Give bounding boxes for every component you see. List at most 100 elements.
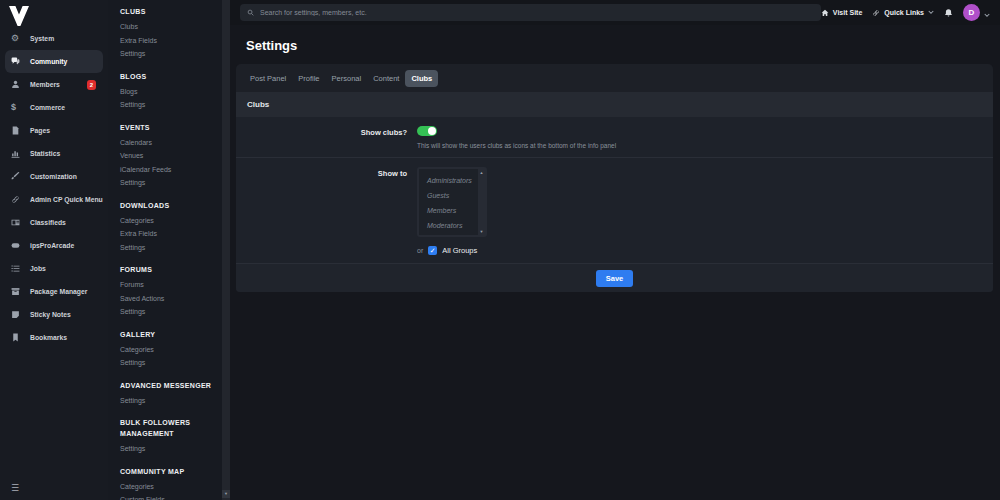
subnav-section-title: EVENTS — [120, 122, 214, 133]
subnav-item-downloads-categories[interactable]: Categories — [120, 214, 214, 228]
subnav-item-community-map-custom-fields[interactable]: Custom Fields — [120, 493, 214, 500]
subnav-section-gallery: GALLERYCategoriesSettings — [120, 329, 214, 370]
jobs-icon — [11, 264, 25, 273]
show-to-listbox[interactable]: AdministratorsGuestsMembersModerators ▲ … — [417, 167, 487, 237]
subnav-item-downloads-settings[interactable]: Settings — [120, 241, 214, 255]
sidebar-item-community[interactable]: Community — [5, 50, 103, 73]
quick-links-button[interactable]: Quick Links — [872, 9, 934, 17]
subnav-section-bulk-followers-management: BULK FOLLOWERS MANAGEMENTSettings — [120, 417, 214, 456]
subnav-item-events-icalendar-feeds[interactable]: iCalendar Feeds — [120, 163, 214, 177]
sidebar-item-bookmarks[interactable]: Bookmarks — [5, 326, 103, 349]
sidebar-item-classifieds[interactable]: Classifieds — [5, 211, 103, 234]
sticky-notes-icon — [11, 310, 25, 319]
sidebar-item-customization[interactable]: Customization — [5, 165, 103, 188]
all-groups-label: All Groups — [442, 246, 477, 255]
notifications-button[interactable] — [944, 4, 953, 22]
arcade-icon — [11, 241, 25, 250]
subnav-item-blogs-settings[interactable]: Settings — [120, 98, 214, 112]
subnav-section-title: ADVANCED MESSENGER — [120, 380, 214, 391]
subnav-item-events-venues[interactable]: Venues — [120, 149, 214, 163]
scroll-down-icon[interactable]: ▼ — [480, 229, 484, 234]
subnav-item-clubs-settings[interactable]: Settings — [120, 47, 214, 61]
show-clubs-row: Show clubs? This will show the users clu… — [236, 117, 993, 158]
subnav-item-community-map-categories[interactable]: Categories — [120, 480, 214, 494]
listbox-option-administrators[interactable]: Administrators — [427, 173, 478, 188]
sidebar-item-package-manager[interactable]: Package Manager — [5, 280, 103, 303]
subnav-item-gallery-categories[interactable]: Categories — [120, 343, 214, 357]
sidebar-item-label: Admin CP Quick Menu — [30, 196, 103, 203]
sidebar-item-ipsproarcade[interactable]: ipsProArcade — [5, 234, 103, 257]
subnav-item-forums-saved-actions[interactable]: Saved Actions — [120, 292, 214, 306]
sidebar-item-label: Community — [30, 58, 67, 65]
subnav-item-blogs-blogs[interactable]: Blogs — [120, 85, 214, 99]
subnav-item-forums-forums[interactable]: Forums — [120, 278, 214, 292]
sidebar-item-system[interactable]: ⚙System — [5, 27, 103, 50]
save-button[interactable]: Save — [596, 270, 634, 287]
top-bar: Visit Site Quick Links D — [230, 0, 1000, 25]
search-icon — [247, 9, 254, 16]
tab-profile[interactable]: Profile — [292, 70, 325, 87]
subnav-item-events-settings[interactable]: Settings — [120, 176, 214, 190]
listbox-option-guests[interactable]: Guests — [427, 188, 478, 203]
sidebar-item-jobs[interactable]: Jobs — [5, 257, 103, 280]
sidebar-item-admin-cp-quick-menu[interactable]: Admin CP Quick Menu — [5, 188, 103, 211]
quick-menu-icon — [11, 195, 25, 204]
sidebar-item-commerce[interactable]: $Commerce — [5, 96, 103, 119]
sidebar-item-statistics[interactable]: Statistics — [5, 142, 103, 165]
subnav-item-downloads-extra-fields[interactable]: Extra Fields — [120, 227, 214, 241]
scroll-up-icon[interactable]: ▲ — [480, 170, 484, 175]
subnav-section-title: DOWNLOADS — [120, 200, 214, 211]
panel-header: Clubs — [236, 92, 993, 117]
listbox-option-moderators[interactable]: Moderators — [427, 218, 478, 233]
all-groups-checkbox[interactable]: ✓ — [428, 246, 437, 255]
sidebar-item-label: ipsProArcade — [30, 242, 74, 249]
sidebar-item-pages[interactable]: Pages — [5, 119, 103, 142]
settings-panel: Clubs Show clubs? This will show the use… — [236, 92, 993, 292]
subnav-section-clubs: CLUBSClubsExtra FieldsSettings — [120, 6, 214, 61]
chevron-down-icon — [984, 4, 990, 22]
user-menu[interactable]: D — [963, 4, 990, 22]
subnav-section-advanced-messenger: ADVANCED MESSENGER Settings — [120, 380, 214, 408]
subnav-item-bulk-followers-management-settings[interactable]: Settings — [120, 442, 214, 456]
tab-content[interactable]: Content — [367, 70, 405, 87]
tab-clubs[interactable]: Clubs — [405, 70, 438, 87]
package-manager-icon — [11, 287, 25, 296]
show-clubs-label: Show clubs? — [236, 126, 407, 149]
subnav-item-events-calendars[interactable]: Calendars — [120, 136, 214, 150]
listbox-scrollbar[interactable]: ▲ ▼ — [478, 169, 485, 235]
show-clubs-description: This will show the users clubs as icons … — [417, 142, 616, 149]
subnav-section-events: EVENTS CalendarsVenuesiCalendar FeedsSett… — [120, 122, 214, 190]
subnav-section-forums: FORUMSForumsSaved ActionsSettings — [120, 264, 214, 319]
subnav-item-clubs-extra-fields[interactable]: Extra Fields — [120, 34, 214, 48]
subnav-item-forums-settings[interactable]: Settings — [120, 305, 214, 319]
tab-bar: Post PanelProfilePersonalContentClubs — [236, 64, 993, 92]
visit-site-button[interactable]: Visit Site — [821, 9, 862, 17]
sidebar-scrollbar[interactable]: ▼ — [222, 0, 230, 500]
subnav-item-advanced-messenger-settings[interactable]: Settings — [120, 394, 214, 408]
listbox-option-members[interactable]: Members — [427, 203, 478, 218]
sidebar-item-label: Sticky Notes — [30, 311, 71, 318]
bell-icon — [944, 8, 953, 18]
show-to-row: Show to AdministratorsGuestsMembersModer… — [236, 158, 993, 264]
community-icon — [11, 57, 25, 66]
invision-logo-icon[interactable] — [9, 6, 29, 26]
notification-badge: 2 — [87, 80, 96, 90]
sidebar-item-label: Statistics — [30, 150, 60, 157]
hamburger-menu-icon[interactable]: ☰ — [11, 483, 19, 493]
subnav-item-clubs-clubs[interactable]: Clubs — [120, 20, 214, 34]
subnav-section-title: COMMUNITY MAP — [120, 466, 214, 477]
link-icon — [872, 9, 880, 17]
search-input[interactable] — [260, 9, 814, 16]
search-box[interactable] — [240, 4, 821, 21]
show-clubs-toggle[interactable] — [417, 126, 437, 136]
secondary-sidebar: CLUBSClubsExtra FieldsSettingsBLOGSBlogs… — [108, 0, 222, 500]
commerce-icon: $ — [11, 103, 25, 112]
subnav-item-gallery-settings[interactable]: Settings — [120, 356, 214, 370]
sidebar-item-label: Bookmarks — [30, 334, 67, 341]
scroll-down-icon[interactable]: ▼ — [222, 490, 230, 498]
tab-post-panel[interactable]: Post Panel — [244, 70, 292, 87]
sidebar-item-sticky-notes[interactable]: Sticky Notes — [5, 303, 103, 326]
avatar[interactable]: D — [963, 4, 980, 21]
tab-personal[interactable]: Personal — [326, 70, 368, 87]
sidebar-item-members[interactable]: Members2 — [5, 73, 103, 96]
